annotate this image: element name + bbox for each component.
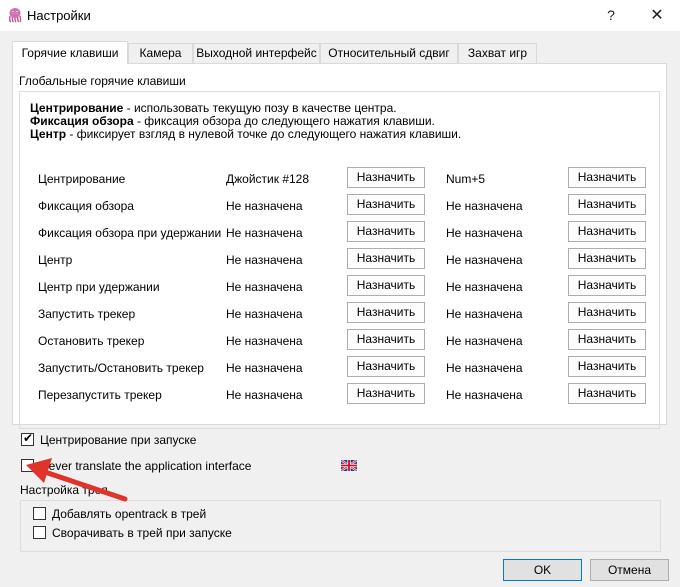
- hotkey-value-start-tracker-1: Не назначена: [226, 307, 303, 321]
- hotkey-value-restart-tracker-2: Не назначена: [446, 388, 523, 402]
- hotkey-value-start-tracker-2: Не назначена: [446, 307, 523, 321]
- assign-button-zero-hold-2[interactable]: Назначить: [568, 275, 646, 296]
- hotkey-label-zero: Центр: [38, 253, 73, 267]
- center-on-start-label: Центрирование при запуске: [40, 433, 197, 447]
- hotkey-label-zero-hold: Центр при удержании: [38, 280, 160, 294]
- hotkey-label-freeze-hold: Фиксация обзора при удержании: [38, 226, 222, 240]
- hotkey-value-freeze-hold-2: Не назначена: [446, 226, 523, 240]
- uk-flag-icon: [341, 460, 357, 471]
- hotkey-value-restart-tracker-1: Не назначена: [226, 388, 303, 402]
- tab-relative-shift[interactable]: Относительный сдвиг: [320, 43, 458, 63]
- global-hotkeys-group: [19, 91, 660, 429]
- assign-button-freeze-hold-2[interactable]: Назначить: [568, 221, 646, 242]
- help-button[interactable]: ?: [588, 0, 634, 31]
- hotkey-value-zero-hold-1: Не назначена: [226, 280, 303, 294]
- hotkey-value-zero-hold-2: Не назначена: [446, 280, 523, 294]
- assign-button-freeze-1[interactable]: Назначить: [347, 194, 425, 215]
- global-hotkeys-title: Глобальные горячие клавиши: [19, 74, 186, 88]
- hotkey-value-zero-2: Не назначена: [446, 253, 523, 267]
- assign-button-restart-tracker-2[interactable]: Назначить: [568, 383, 646, 404]
- hotkey-value-zero-1: Не назначена: [226, 253, 303, 267]
- hotkey-value-center-2: Num+5: [446, 172, 486, 186]
- assign-button-stop-tracker-2[interactable]: Назначить: [568, 329, 646, 350]
- assign-button-center-1[interactable]: Назначить: [347, 167, 425, 188]
- tab-hotkeys[interactable]: Горячие клавиши: [12, 41, 128, 64]
- hotkey-value-toggle-tracker-1: Не назначена: [226, 361, 303, 375]
- hotkeys-pane: Глобальные горячие клавиши Центрирование…: [12, 63, 667, 429]
- tab-camera[interactable]: Камера: [128, 43, 193, 63]
- assign-button-start-tracker-1[interactable]: Назначить: [347, 302, 425, 323]
- assign-button-toggle-tracker-2[interactable]: Назначить: [568, 356, 646, 377]
- assign-button-zero-2[interactable]: Назначить: [568, 248, 646, 269]
- hotkey-value-toggle-tracker-2: Не назначена: [446, 361, 523, 375]
- window-title: Настройки: [27, 8, 91, 23]
- center-on-start-checkbox[interactable]: [21, 431, 34, 446]
- octopus-app-icon: [8, 8, 22, 23]
- add-to-tray-label: Добавлять opentrack в трей: [52, 507, 207, 521]
- hotkey-label-stop-tracker: Остановить трекер: [38, 334, 145, 348]
- assign-button-zero-hold-1[interactable]: Назначить: [347, 275, 425, 296]
- assign-button-toggle-tracker-1[interactable]: Назначить: [347, 356, 425, 377]
- hotkey-value-center-1: Джойстик #128: [226, 172, 310, 186]
- hotkey-value-freeze-1: Не назначена: [226, 199, 303, 213]
- assign-button-restart-tracker-1[interactable]: Назначить: [347, 383, 425, 404]
- hotkey-value-stop-tracker-2: Не назначена: [446, 334, 523, 348]
- assign-button-start-tracker-2[interactable]: Назначить: [568, 302, 646, 323]
- minimize-to-tray-checkbox[interactable]: [33, 526, 46, 539]
- hotkeys-description: Центрирование - использовать текущую поз…: [30, 101, 462, 141]
- hotkey-label-toggle-tracker: Запустить/Остановить трекер: [38, 361, 204, 375]
- tab-game-capture[interactable]: Захват игр: [458, 43, 537, 63]
- hotkey-value-stop-tracker-1: Не назначена: [226, 334, 303, 348]
- hotkey-label-center: Центрирование: [38, 172, 126, 186]
- assign-button-freeze-hold-1[interactable]: Назначить: [347, 221, 425, 242]
- hotkey-label-start-tracker: Запустить трекер: [38, 307, 136, 321]
- title-bar: Настройки ? ✕: [0, 0, 680, 31]
- tab-output-interface[interactable]: Выходной интерфейс: [193, 43, 320, 63]
- hotkey-value-freeze-hold-1: Не назначена: [226, 226, 303, 240]
- add-to-tray-checkbox[interactable]: [33, 507, 46, 520]
- assign-button-freeze-2[interactable]: Назначить: [568, 194, 646, 215]
- cancel-button[interactable]: Отмена: [590, 559, 669, 581]
- hotkey-value-freeze-2: Не назначена: [446, 199, 523, 213]
- assign-button-zero-1[interactable]: Назначить: [347, 248, 425, 269]
- annotation-arrow-icon: [26, 458, 128, 502]
- minimize-to-tray-label: Сворачивать в трей при запуске: [52, 526, 232, 540]
- ok-button[interactable]: OK: [503, 559, 582, 581]
- hotkey-label-freeze: Фиксация обзора: [38, 199, 134, 213]
- assign-button-stop-tracker-1[interactable]: Назначить: [347, 329, 425, 350]
- hotkey-label-restart-tracker: Перезапустить трекер: [38, 388, 162, 402]
- assign-button-center-2[interactable]: Назначить: [568, 167, 646, 188]
- close-button[interactable]: ✕: [634, 0, 680, 31]
